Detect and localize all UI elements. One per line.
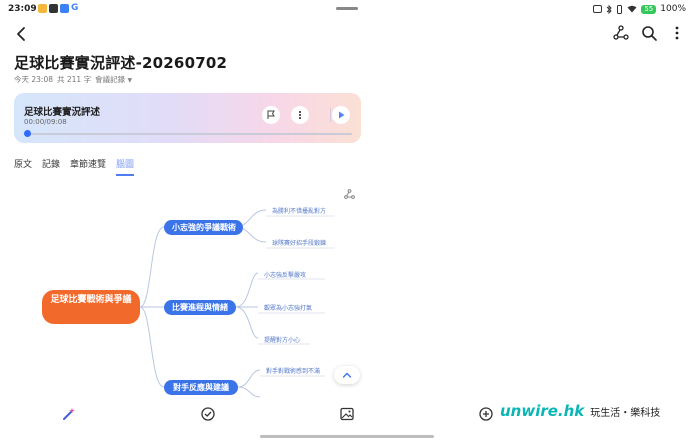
watermark: unwire.hk 玩生活・樂科技 <box>500 402 660 420</box>
wifi-icon <box>627 5 637 13</box>
chevron-up-icon <box>342 372 352 378</box>
meta-category: 會議記錄 <box>95 75 126 84</box>
gesture-navigation-bar[interactable] <box>260 435 434 438</box>
mindmap-branch-node[interactable]: 對手反應與建議 <box>164 380 238 395</box>
top-actions <box>612 24 686 42</box>
app-notification-icon-2 <box>60 4 69 13</box>
flag-button[interactable] <box>262 106 280 124</box>
app-notification-icon <box>38 4 47 13</box>
search-icon <box>642 26 657 41</box>
multitask-handle[interactable] <box>336 7 358 10</box>
status-bar: 23:09 G 55 100% <box>0 0 694 18</box>
more-vertical-icon <box>675 26 679 40</box>
meta-category-selector[interactable]: 會議記錄 ▼ <box>95 74 132 85</box>
back-button[interactable] <box>12 24 32 44</box>
player-divider <box>330 108 331 122</box>
nfc-icon <box>593 5 603 13</box>
insert-image-button[interactable] <box>338 405 356 423</box>
add-button[interactable] <box>477 405 495 423</box>
notification-icons: G <box>38 4 80 13</box>
mindmap-leaf-node[interactable]: 對手對戰術感到不滿 <box>266 366 320 375</box>
magic-pen-icon <box>63 408 75 420</box>
mindmap-branch-node[interactable]: 小志強的爭議戰術 <box>164 220 243 235</box>
progress-knob[interactable] <box>24 130 31 137</box>
chevron-left-icon <box>17 27 25 41</box>
plus-circle-icon <box>479 407 493 421</box>
share-button[interactable] <box>612 24 630 42</box>
mindmap-root-node[interactable]: 足球比賽戰術與爭議 <box>42 290 140 324</box>
scroll-up-button[interactable] <box>334 366 360 384</box>
mindmap-leaf-node[interactable]: 小志強反擊嚴攻 <box>264 270 306 279</box>
play-button[interactable] <box>332 106 350 124</box>
checklist-button[interactable] <box>199 405 217 423</box>
audio-player: 足球比賽實況評述 00:00/09:08 <box>14 93 361 143</box>
google-icon: G <box>71 3 80 13</box>
caret-down-icon: ▼ <box>127 77 133 84</box>
note-meta: 今天 23:08 共 211 字 會議記錄 ▼ <box>14 74 132 85</box>
more-vertical-icon <box>299 111 301 119</box>
vibrate-icon <box>617 4 623 14</box>
tab-chapters[interactable]: 章節速覽 <box>70 157 106 176</box>
tab-original[interactable]: 原文 <box>14 157 32 176</box>
image-icon <box>340 407 354 421</box>
player-time: 00:00/09:08 <box>24 118 67 126</box>
check-circle-icon <box>201 407 215 421</box>
ai-assist-button[interactable] <box>60 405 78 423</box>
status-time: 23:09 <box>8 4 37 14</box>
battery-percent: 100% <box>660 4 686 14</box>
meta-word-count: 共 211 字 <box>57 75 92 84</box>
flag-icon <box>267 110 275 119</box>
meta-date: 今天 23:08 <box>14 75 53 84</box>
mindmap-leaf-node[interactable]: 球隊賽好招手段鍛鍊 <box>272 238 326 247</box>
view-tabs: 原文 記錄 章節速覽 腦圖 <box>14 157 135 176</box>
share-icon <box>613 25 629 40</box>
player-title: 足球比賽實況評述 <box>24 107 101 118</box>
mindmap-leaf-node[interactable]: 觀眾為小志強打氣 <box>264 303 312 312</box>
watermark-slogan: 玩生活・樂科技 <box>590 407 661 419</box>
mindmap-leaf-node[interactable]: 提醒對方小心 <box>264 335 300 344</box>
tab-mindmap[interactable]: 腦圖 <box>116 157 135 176</box>
mindmap-branch-node[interactable]: 比賽進程與情緒 <box>164 300 236 315</box>
bluetooth-icon <box>606 4 613 14</box>
play-icon <box>339 111 345 119</box>
player-more-button[interactable] <box>291 106 309 124</box>
tab-record[interactable]: 記錄 <box>42 157 60 176</box>
youtube-icon <box>49 4 58 13</box>
watermark-brand: unwire.hk <box>500 402 585 420</box>
status-right: 55 100% <box>593 4 686 14</box>
battery-icon: 55 <box>641 4 657 14</box>
mindmap-leaf-node[interactable]: 為勝利不惜擾亂對方 <box>272 206 326 215</box>
page-title: 足球比賽實況評述-20260702 <box>14 54 228 72</box>
more-button[interactable] <box>668 24 686 42</box>
progress-track[interactable] <box>26 133 352 135</box>
search-button[interactable] <box>640 24 658 42</box>
